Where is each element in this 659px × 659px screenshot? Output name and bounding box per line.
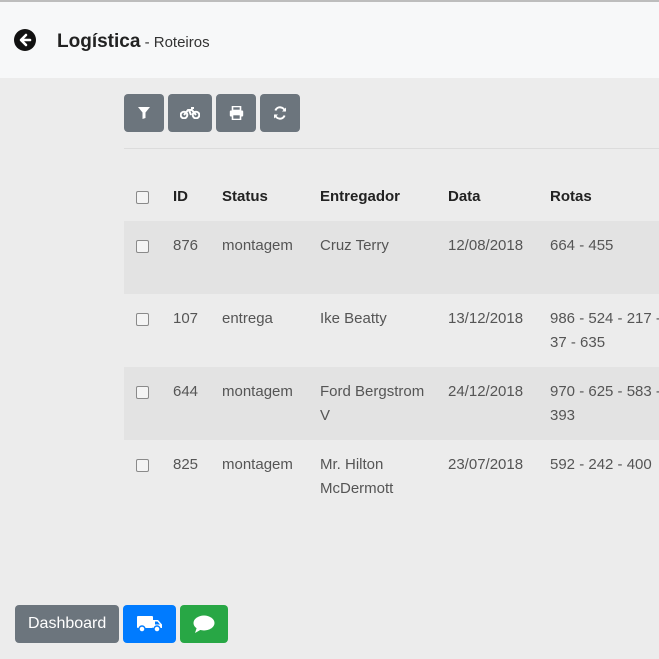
column-header-entregador[interactable]: Entregador [320, 185, 430, 209]
chat-button[interactable] [180, 605, 229, 643]
table-row[interactable]: 644 montagem Ford Bergstrom V 24/12/2018… [124, 367, 659, 440]
column-header-data[interactable]: Data [448, 185, 481, 209]
motorcycle-button[interactable] [168, 94, 212, 132]
table-header-row: ID Status Entregador Data Rotas [124, 172, 659, 221]
title-separator: - [140, 34, 154, 51]
row-status: montagem [222, 237, 293, 254]
toolbar [124, 94, 304, 132]
row-status: entrega [222, 310, 273, 327]
row-entregador: Mr. Hilton McDermott [320, 456, 394, 497]
select-all-checkbox[interactable] [136, 191, 149, 204]
row-select-cell [136, 307, 149, 326]
footer-buttons: Dashboard [15, 605, 229, 643]
table-row[interactable]: 876 montagem Cruz Terry 12/08/2018 664 -… [124, 221, 659, 294]
roteiros-table: ID Status Entregador Data Rotas 876 mont… [124, 172, 659, 513]
row-data: 13/12/2018 [448, 310, 524, 327]
print-icon [229, 106, 243, 120]
row-data: 12/08/2018 [448, 237, 524, 254]
truck-icon [136, 616, 162, 633]
row-rotas: 664 - 455 [550, 237, 614, 254]
page-subtitle: Roteiros [153, 34, 210, 51]
row-id: 107 [173, 310, 199, 327]
row-select-cell [136, 380, 149, 399]
filter-icon [138, 107, 150, 119]
page-title: Logística - Roteiros [57, 31, 210, 53]
refresh-button[interactable] [260, 94, 300, 132]
refresh-icon [274, 106, 286, 120]
row-entregador: Cruz Terry [320, 237, 389, 254]
back-button[interactable] [14, 29, 36, 51]
row-id: 825 [173, 456, 199, 473]
row-select-cell [136, 453, 149, 472]
row-status: montagem [222, 456, 293, 473]
row-data: 24/12/2018 [448, 383, 524, 400]
select-all-cell [136, 185, 149, 204]
row-rotas: 986 - 524 - 217 - 37 - 635 [550, 310, 659, 351]
table-row[interactable]: 825 montagem Mr. Hilton McDermott 23/07/… [124, 440, 659, 513]
row-status: montagem [222, 383, 293, 400]
row-select-cell [136, 234, 149, 253]
column-header-rotas[interactable]: Rotas [550, 185, 659, 209]
row-id: 644 [173, 383, 199, 400]
column-header-id[interactable]: ID [173, 185, 188, 209]
row-checkbox[interactable] [136, 459, 149, 472]
motorcycle-icon [180, 107, 200, 119]
row-entregador: Ford Bergstrom V [320, 383, 425, 424]
row-entregador: Ike Beatty [320, 310, 387, 327]
page: Logística - Roteiros ID Status Entregado… [0, 0, 659, 659]
column-header-status[interactable]: Status [222, 185, 268, 209]
row-id: 876 [173, 237, 199, 254]
page-title-text: Logística [57, 31, 141, 52]
row-checkbox[interactable] [136, 386, 149, 399]
row-checkbox[interactable] [136, 240, 149, 253]
row-data: 23/07/2018 [448, 456, 524, 473]
chat-bubble-icon [193, 615, 215, 633]
header: Logística - Roteiros [0, 0, 659, 78]
truck-button[interactable] [123, 605, 177, 643]
row-checkbox[interactable] [136, 313, 149, 326]
row-rotas: 970 - 625 - 583 - 393 [550, 383, 659, 424]
row-rotas: 592 - 242 - 400 [550, 456, 652, 473]
dashboard-button[interactable]: Dashboard [15, 605, 120, 643]
toolbar-divider [124, 148, 659, 149]
print-button[interactable] [216, 94, 256, 132]
arrow-left-circle-icon [19, 33, 32, 47]
filter-button[interactable] [124, 94, 164, 132]
table-row[interactable]: 107 entrega Ike Beatty 13/12/2018 986 - … [124, 294, 659, 367]
